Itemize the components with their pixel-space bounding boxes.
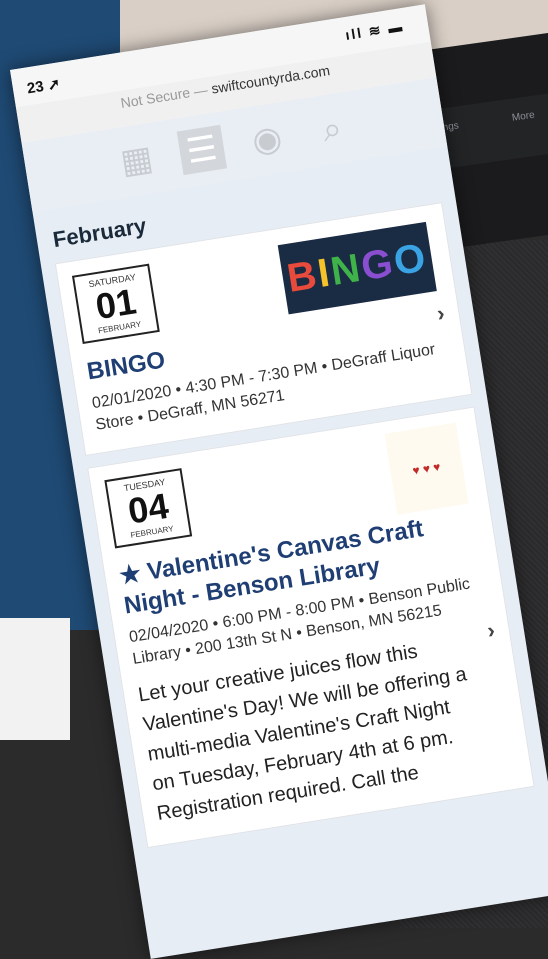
bingo-thumbnail: BINGO bbox=[277, 221, 437, 315]
signal-wifi-battery-icon: ıll ≋ ▬ bbox=[344, 17, 406, 43]
grid-icon[interactable]: ▦ bbox=[112, 135, 162, 185]
date-badge: TUESDAY 04 FEBRUARY bbox=[104, 468, 193, 549]
status-time: 23 ➚ bbox=[26, 74, 62, 97]
url-separator: — bbox=[188, 80, 213, 101]
location-icon: ➚ bbox=[46, 75, 62, 95]
list-icon[interactable]: ☰ bbox=[176, 124, 228, 176]
search-icon[interactable]: ⌕ bbox=[307, 104, 357, 154]
eye-icon[interactable]: ◉ bbox=[242, 114, 292, 164]
date-badge: SATURDAY 01 FEBRUARY bbox=[71, 263, 160, 344]
tablet-more-label: More bbox=[511, 109, 536, 124]
status-time-text: 23 bbox=[25, 78, 46, 98]
event-card[interactable]: TUESDAY 04 FEBRUARY ♥ ♥ ♥ › ★ Valentine'… bbox=[87, 406, 535, 849]
valentine-thumbnail: ♥ ♥ ♥ bbox=[384, 422, 469, 515]
background-white-panel bbox=[0, 618, 70, 740]
